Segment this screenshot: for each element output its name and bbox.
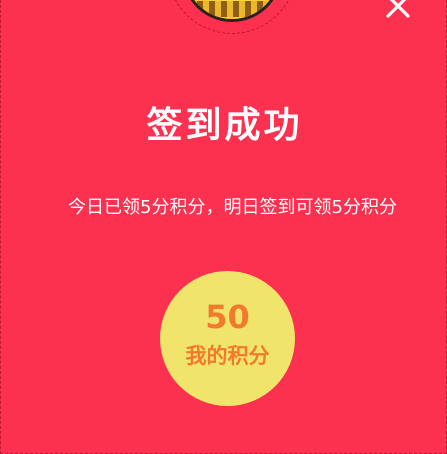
dialog-title: 签到成功 (146, 105, 303, 146)
close-button[interactable] (384, 0, 412, 20)
points-value: 50 (205, 298, 250, 336)
points-label: 我的积分 (185, 344, 270, 368)
reward-message: 今日已领5分积分，明日签到可领5分积分 (68, 197, 397, 218)
checkin-success-dialog: 签到成功 今日已领5分积分，明日签到可领5分积分 50 我的积分 (0, 0, 447, 454)
medallion-band (185, 1, 279, 17)
close-icon (386, 0, 410, 18)
my-points-badge[interactable]: 50 我的积分 (160, 271, 295, 406)
